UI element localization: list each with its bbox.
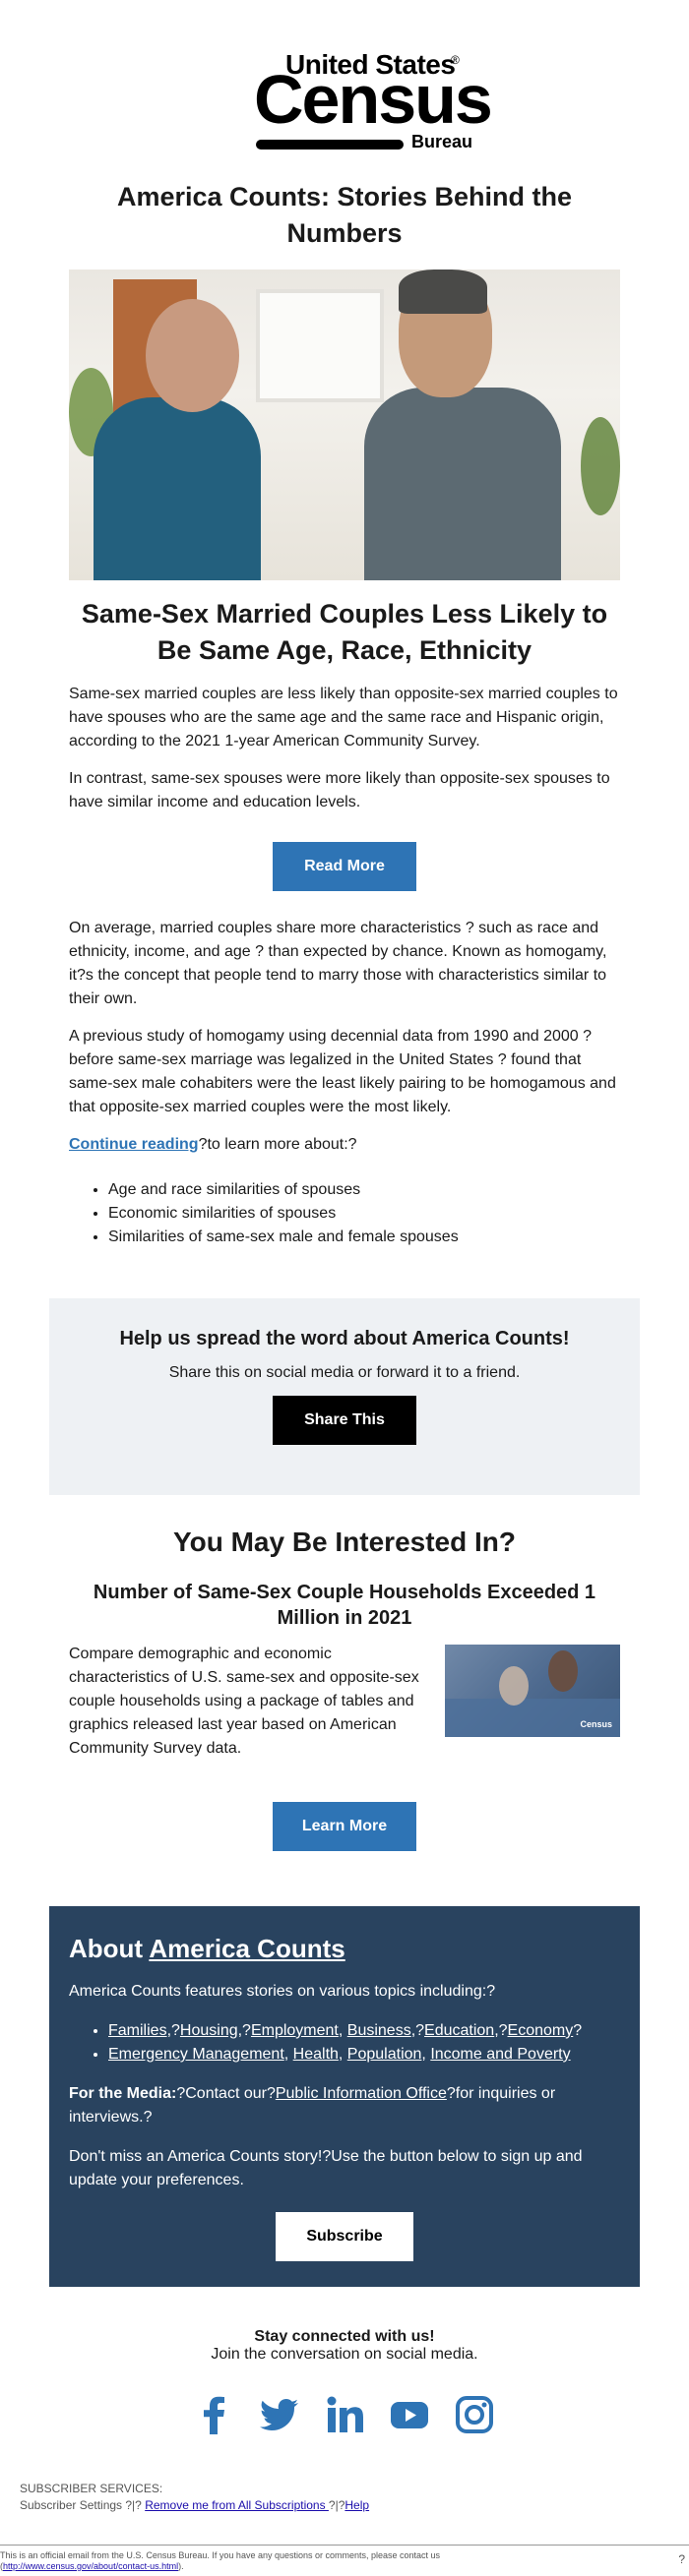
hero-person-left-head (146, 299, 239, 412)
about-intro: America Counts features stories on vario… (69, 1983, 496, 2000)
subscriber-services: SUBSCRIBER SERVICES: Subscriber Settings… (20, 2481, 689, 2514)
topics-row-2: Emergency Management, Health, Population… (108, 2043, 620, 2067)
separator: ? (573, 2022, 583, 2039)
list-item: Similarities of same-sex male and female… (108, 1226, 620, 1249)
facebook-icon[interactable] (195, 2395, 234, 2439)
list-item: Economic similarities of spouses (108, 1202, 620, 1226)
help-link[interactable]: Help (344, 2498, 369, 2512)
social-section: Stay connected with us! Join the convers… (49, 2328, 640, 2439)
hero-image[interactable] (69, 270, 620, 580)
continue-reading-link[interactable]: Continue reading (69, 1136, 199, 1153)
instagram-icon[interactable] (455, 2395, 494, 2439)
share-heading: Help us spread the word about America Co… (119, 1328, 570, 1349)
story-paragraph: A previous study of homogamy using decen… (69, 1028, 616, 1115)
story-paragraph: On average, married couples share more c… (69, 920, 607, 1007)
newsletter-title: America Counts: Stories Behind the Numbe… (116, 182, 573, 248)
linkedin-icon[interactable] (325, 2395, 364, 2439)
footer-note: This is an official email from the U.S. … (0, 2550, 441, 2571)
topic-link-emergency-management[interactable]: Emergency Management (108, 2046, 284, 2063)
learn-more-button[interactable]: Learn More (273, 1802, 416, 1851)
subscriber-links: Subscriber Settings ?|? Remove me from A… (20, 2497, 689, 2514)
subscriber-settings-text: Subscriber Settings ?|? (20, 2498, 146, 2512)
footer-text: This is an official email from the U.S. … (0, 2550, 441, 2560)
hero-person-right (364, 388, 561, 580)
signup-text: Don't miss an America Counts story!?Use … (69, 2148, 583, 2188)
story-details: On average, married couples share more c… (69, 917, 620, 1249)
media-contact: For the Media:?Contact our?Public Inform… (69, 2082, 620, 2129)
continue-reading-suffix: ?to learn more about:? (198, 1136, 357, 1153)
social-icons (49, 2395, 640, 2439)
stay-connected-heading: Stay connected with us! (254, 2328, 435, 2345)
separator: , (338, 2046, 347, 2063)
continue-reading-line: Continue reading?to learn more about:? (69, 1133, 620, 1157)
story-paragraph: Same-sex married couples are less likely… (69, 686, 618, 749)
subscribe-button[interactable]: Subscribe (276, 2212, 413, 2261)
topic-link-families[interactable]: Families (108, 2022, 167, 2039)
topic-link-economy[interactable]: Economy (508, 2022, 574, 2039)
twitter-icon[interactable] (260, 2395, 299, 2439)
separator: ,? (166, 2022, 180, 2039)
topic-link-business[interactable]: Business (347, 2022, 411, 2039)
footer-divider (0, 2545, 689, 2546)
story-summary: Same-sex married couples are less likely… (69, 683, 620, 814)
about-heading: About America Counts (69, 1934, 620, 1964)
separator: ,? (494, 2022, 508, 2039)
logo-census: Census (254, 61, 493, 138)
topic-link-employment[interactable]: Employment (251, 2022, 339, 2039)
topic-link-population[interactable]: Population (347, 2046, 422, 2063)
related-story-image[interactable]: Census (445, 1645, 620, 1737)
topic-link-housing[interactable]: Housing (180, 2022, 238, 2039)
hero-person-left (94, 397, 261, 580)
logo-bureau: Bureau (411, 132, 473, 151)
image-census-mark: Census (580, 1719, 612, 1729)
related-story-title[interactable]: Number of Same-Sex Couple Households Exc… (49, 1580, 640, 1631)
separator: , (283, 2046, 293, 2063)
separator: ,? (237, 2022, 251, 2039)
logo-bar (256, 140, 404, 150)
separator: ?|? (328, 2498, 345, 2512)
hero-person-right-hair (399, 270, 487, 314)
census-bureau-logo[interactable]: United States ® Census Bureau (226, 49, 493, 157)
story-paragraph: In contrast, same-sex spouses were more … (69, 770, 610, 810)
about-heading-prefix: About (69, 1934, 150, 1963)
hero-plant-right (581, 417, 620, 515)
subscriber-heading: SUBSCRIBER SERVICES: (20, 2482, 163, 2495)
media-label: For the Media: (69, 2085, 177, 2102)
footer-trailing-mark: ? (678, 2552, 685, 2566)
read-more-button[interactable]: Read More (273, 842, 416, 891)
join-conversation-text: Join the conversation on social media. (211, 2346, 478, 2363)
list-item: Age and race similarities of spouses (108, 1178, 620, 1202)
america-counts-link[interactable]: America Counts (149, 1934, 344, 1963)
image-sofa (445, 1699, 620, 1737)
topics-row-1: Families,?Housing,?Employment, Business,… (108, 2019, 620, 2043)
topic-link-health[interactable]: Health (293, 2046, 339, 2063)
related-story-text: Compare demographic and economic charact… (69, 1646, 419, 1757)
public-information-office-link[interactable]: Public Information Office (276, 2085, 447, 2102)
share-this-button[interactable]: Share This (273, 1396, 416, 1445)
image-person-left (499, 1666, 529, 1706)
share-section: Help us spread the word about America Co… (49, 1298, 640, 1495)
image-person-right (548, 1650, 578, 1692)
youtube-icon[interactable] (390, 2395, 429, 2439)
about-topics: Families,?Housing,?Employment, Business,… (108, 2019, 620, 2067)
story-title[interactable]: Same-Sex Married Couples Less Likely to … (49, 596, 640, 669)
separator: , (338, 2022, 347, 2039)
related-story: Compare demographic and economic charact… (69, 1643, 620, 1761)
share-text: Share this on social media or forward it… (168, 1364, 521, 1381)
contact-us-link[interactable]: http://www.census.gov/about/contact-us.h… (3, 2561, 178, 2571)
topic-link-income-poverty[interactable]: Income and Poverty (430, 2046, 570, 2063)
hero-window (256, 289, 384, 402)
interest-heading: You May Be Interested In? (173, 1527, 516, 1557)
separator: , (421, 2046, 431, 2063)
separator: ,? (410, 2022, 425, 2039)
topics-list: Age and race similarities of spouses Eco… (108, 1178, 620, 1249)
topic-link-education[interactable]: Education (424, 2022, 494, 2039)
remove-subscriptions-link[interactable]: Remove me from All Subscriptions (145, 2498, 329, 2512)
media-pre: ?Contact our? (176, 2085, 276, 2102)
about-section: About America Counts America Counts feat… (49, 1906, 640, 2287)
